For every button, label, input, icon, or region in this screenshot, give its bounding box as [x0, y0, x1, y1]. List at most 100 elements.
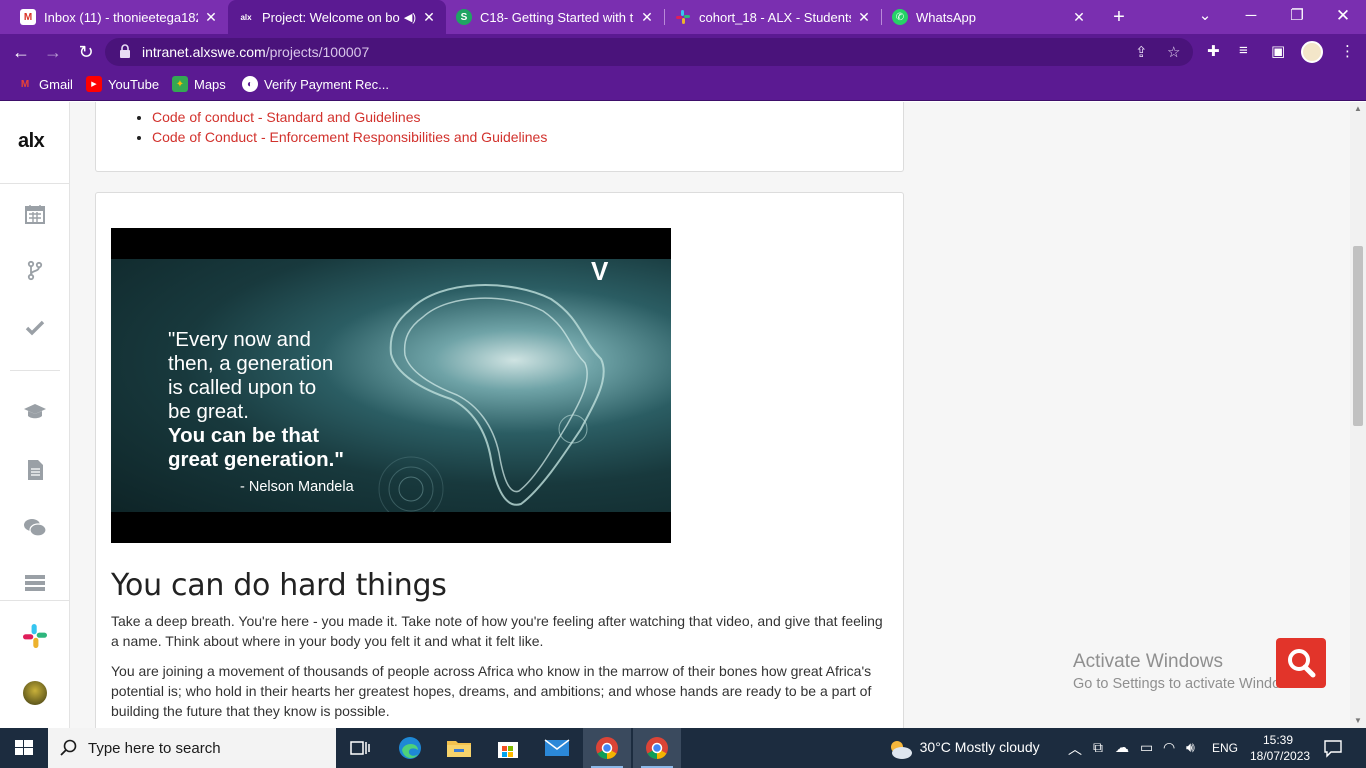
bookmark-youtube[interactable]: ▶ YouTube: [86, 76, 159, 92]
address-bar[interactable]: intranet.alxswe.com/projects/100007 ⇪ ☆: [105, 38, 1193, 66]
bookmark-label: Gmail: [39, 76, 73, 92]
sidebar-divider: [0, 183, 70, 184]
profile-avatar[interactable]: [1301, 41, 1323, 63]
audio-playing-icon[interactable]: ◀): [404, 11, 416, 24]
scroll-thumb[interactable]: [1353, 246, 1363, 426]
taskbar-edge[interactable]: [386, 728, 434, 768]
url-host: intranet.alxswe.com: [142, 44, 266, 60]
windows-taskbar: Type here to search 30°C Mostly cloudy ︿…: [0, 728, 1366, 768]
tab-title: Project: Welcome on board: [262, 9, 400, 25]
url-path: /projects/100007: [265, 44, 370, 60]
video-player[interactable]: V "Every now and then, a generation is c…: [111, 228, 671, 543]
taskbar-file-explorer[interactable]: [435, 728, 483, 768]
url-text: intranet.alxswe.com/projects/100007: [142, 44, 369, 60]
close-tab-icon[interactable]: ✕: [857, 9, 871, 26]
tab-title: C18- Getting Started with the: [480, 9, 634, 25]
whatsapp-icon: ✆: [892, 9, 908, 25]
language-indicator[interactable]: ENG: [1212, 741, 1238, 755]
chrome-icon: [596, 737, 618, 759]
bookmarks-bar: M Gmail ▶ YouTube ✦ Maps ◐ Verify Paymen…: [0, 70, 1366, 101]
meet-now-icon[interactable]: ⧉: [1093, 739, 1103, 756]
tab-c18-getting-started[interactable]: S C18- Getting Started with the ✕: [446, 0, 664, 34]
task-view-button[interactable]: [336, 728, 384, 768]
resources-panel: Code of conduct - Standard and Guideline…: [95, 102, 904, 172]
taskbar-store[interactable]: [484, 728, 532, 768]
taskbar-chrome-2[interactable]: [633, 728, 681, 768]
check-icon[interactable]: [23, 317, 47, 341]
wifi-icon[interactable]: ◠: [1163, 739, 1175, 756]
vlogo-icon: V: [591, 256, 609, 286]
store-icon: [498, 742, 518, 758]
extensions-icon[interactable]: ✚: [1207, 42, 1220, 60]
server-icon[interactable]: [23, 572, 47, 596]
chrome-icon: [646, 737, 668, 759]
bookmark-star-icon[interactable]: ☆: [1167, 43, 1180, 61]
tab-search-chevron-icon[interactable]: ⌄: [1182, 0, 1228, 34]
code-of-conduct-enforcement-link[interactable]: Code of Conduct - Enforcement Responsibi…: [152, 129, 547, 145]
paragraph: You are joining a movement of thousands …: [111, 663, 872, 719]
bookmark-gmail[interactable]: M Gmail: [17, 76, 73, 92]
slack-icon[interactable]: [23, 624, 47, 648]
sidebar-divider: [10, 370, 60, 371]
bookmark-maps[interactable]: ✦ Maps: [172, 76, 226, 92]
tab-whatsapp[interactable]: ✆ WhatsApp ✕: [882, 0, 1096, 34]
menu-kebab-icon[interactable]: ⋮: [1340, 42, 1355, 60]
scroll-up-arrow[interactable]: ▲: [1350, 102, 1366, 116]
slack-icon: [675, 9, 691, 25]
onedrive-cloud-icon[interactable]: ☁: [1115, 739, 1129, 756]
s-icon: S: [456, 9, 472, 25]
clock-date: 18/07/2023: [1250, 749, 1311, 763]
left-sidebar: alx: [0, 102, 70, 728]
volume-icon[interactable]: 🔊︎: [1186, 739, 1195, 756]
tab-title: WhatsApp: [916, 9, 976, 25]
close-tab-icon[interactable]: ✕: [422, 9, 436, 26]
search-placeholder: Type here to search: [88, 740, 221, 757]
alx-logo[interactable]: alx: [18, 130, 45, 153]
share-icon[interactable]: ⇪: [1135, 43, 1148, 61]
page-scrollbar[interactable]: ▲ ▼: [1350, 102, 1366, 728]
notifications-button[interactable]: [1323, 738, 1343, 761]
reload-button[interactable]: ↻: [73, 39, 99, 65]
weather-text: 30°C Mostly cloudy: [919, 739, 1040, 756]
search-button[interactable]: [1276, 638, 1326, 688]
tab-cohort18-slack[interactable]: cohort_18 - ALX - Students - ✕: [665, 0, 881, 34]
forward-button[interactable]: →: [40, 39, 66, 65]
minimize-button[interactable]: ─: [1228, 0, 1274, 34]
document-icon[interactable]: [23, 459, 47, 483]
folder-icon: [447, 741, 471, 757]
branch-icon[interactable]: [23, 259, 47, 283]
restore-button[interactable]: ❐: [1274, 0, 1320, 34]
code-of-conduct-link[interactable]: Code of conduct - Standard and Guideline…: [152, 109, 421, 125]
weather-widget[interactable]: 30°C Mostly cloudy: [886, 738, 1040, 760]
taskbar-mail[interactable]: [533, 728, 581, 768]
clock[interactable]: 15:39 18/07/2023: [1250, 732, 1311, 764]
chat-icon[interactable]: [23, 517, 47, 541]
media-controls-icon[interactable]: ≡: [1239, 42, 1248, 59]
new-tab-button[interactable]: +: [1106, 5, 1132, 29]
taskbar-chrome-1[interactable]: [583, 728, 631, 768]
graduation-cap-icon[interactable]: [23, 401, 47, 425]
close-tab-icon[interactable]: ✕: [1072, 9, 1086, 26]
close-window-button[interactable]: ✕: [1320, 0, 1366, 34]
tab-gmail[interactable]: M Inbox (11) - thonieetega1826 ✕: [10, 0, 228, 34]
show-hidden-icons-chevron-icon[interactable]: ︿: [1068, 739, 1082, 759]
activate-windows-title: Activate Windows: [1073, 651, 1223, 672]
alx-icon: alx: [240, 12, 252, 22]
tab-project-welcome[interactable]: alx Project: Welcome on board ◀) ✕: [228, 0, 446, 34]
close-tab-icon[interactable]: ✕: [204, 9, 218, 26]
avatar[interactable]: [23, 681, 47, 705]
browser-toolbar: ← → ↻ intranet.alxswe.com/projects/10000…: [0, 34, 1366, 70]
scroll-down-arrow[interactable]: ▼: [1350, 714, 1366, 728]
calendar-icon[interactable]: [23, 203, 47, 227]
project-content-panel: V "Every now and then, a generation is c…: [95, 192, 904, 728]
list-item: Code of Conduct - Enforcement Responsibi…: [152, 127, 547, 147]
sidebar-divider: [0, 600, 70, 601]
close-tab-icon[interactable]: ✕: [640, 9, 654, 26]
bookmark-verify-payment[interactable]: ◐ Verify Payment Rec...: [242, 76, 389, 92]
start-button[interactable]: [0, 728, 48, 768]
back-button[interactable]: ←: [8, 39, 34, 65]
side-panel-icon[interactable]: ▣: [1271, 42, 1285, 60]
battery-icon[interactable]: ▭: [1140, 739, 1153, 756]
globe-icon: ◐: [242, 76, 258, 92]
taskbar-search-box[interactable]: Type here to search: [48, 728, 336, 768]
